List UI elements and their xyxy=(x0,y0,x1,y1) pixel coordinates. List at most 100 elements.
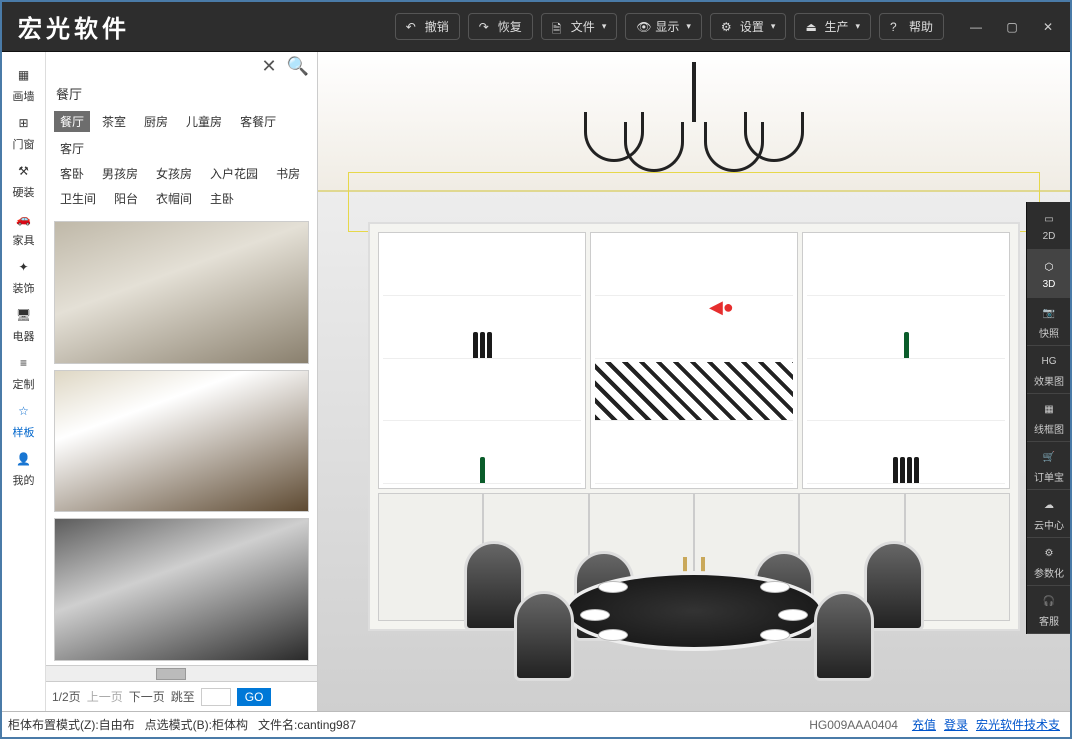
tag-餐厅[interactable]: 餐厅 xyxy=(54,111,90,132)
fish-icon: ◀● xyxy=(709,297,734,318)
person-icon: 👤 xyxy=(13,448,35,470)
tag-主卧[interactable]: 主卧 xyxy=(204,188,240,209)
left-rail: ▦画墙⊞门窗⚒硬装🚗家具✦装饰🖥电器≡定制☆样板👤我的 xyxy=(2,52,46,711)
gear-icon: ⚙ xyxy=(721,20,735,34)
window-controls: — ▢ ✕ xyxy=(958,13,1066,41)
sample-thumbnail[interactable] xyxy=(54,518,309,661)
tag-厨房[interactable]: 厨房 xyxy=(138,111,174,132)
right-rail-客服[interactable]: 🎧客服 xyxy=(1027,586,1070,634)
close-button[interactable]: ✕ xyxy=(1030,13,1066,41)
status-link-宏光软件技术支[interactable]: 宏光软件技术支 xyxy=(976,718,1060,732)
panel-footer: 1/2页 上一页 下一页 跳至 GO xyxy=(46,681,317,711)
rr-icon-0: ▭ xyxy=(1039,209,1059,229)
rr-icon-1: ⬡ xyxy=(1039,257,1059,277)
help-button[interactable]: ? 帮助 xyxy=(879,13,944,40)
tag-rows: 餐厅茶室厨房儿童房客餐厅客厅客卧男孩房女孩房入户花园书房卫生间阳台衣帽间主卧 xyxy=(46,107,317,217)
breadcrumb[interactable]: 餐厅 xyxy=(46,80,317,107)
template-icon: ☆ xyxy=(13,400,35,422)
right-rail: ▭2D⬡3D📷快照HG效果图▦线框图🛒订单宝☁云中心⚙参数化🎧客服 xyxy=(1026,202,1070,634)
custom-icon: ≡ xyxy=(13,352,35,374)
horizontal-scrollbar[interactable] xyxy=(46,665,317,681)
rr-icon-4: ▦ xyxy=(1039,399,1059,419)
tag-男孩房[interactable]: 男孩房 xyxy=(96,163,144,184)
panel-search-icon[interactable]: 🔍 xyxy=(287,56,309,77)
rail-item-template[interactable]: ☆样板 xyxy=(4,396,44,444)
right-rail-2D[interactable]: ▭2D xyxy=(1027,202,1070,250)
appliance-icon: 🖥 xyxy=(13,304,35,326)
right-rail-快照[interactable]: 📷快照 xyxy=(1027,298,1070,346)
tag-女孩房[interactable]: 女孩房 xyxy=(150,163,198,184)
undo-icon: ↶ xyxy=(406,20,420,34)
tag-衣帽间[interactable]: 衣帽间 xyxy=(150,188,198,209)
right-rail-云中心[interactable]: ☁云中心 xyxy=(1027,490,1070,538)
undo-button[interactable]: ↶ 撤销 xyxy=(395,13,460,40)
tag-茶室[interactable]: 茶室 xyxy=(96,111,132,132)
status-links: 充值登录宏光软件技术支 xyxy=(908,716,1064,733)
wall-icon: ▦ xyxy=(13,64,35,86)
dining-table xyxy=(534,571,854,691)
right-rail-效果图[interactable]: HG效果图 xyxy=(1027,346,1070,394)
display-menu[interactable]: 👁 显示 xyxy=(625,13,702,40)
tag-客厅[interactable]: 客厅 xyxy=(54,138,90,159)
rail-item-decor[interactable]: ✦装饰 xyxy=(4,252,44,300)
mode-z: 柜体布置模式(Z):自由布 xyxy=(8,716,135,733)
rr-icon-5: 🛒 xyxy=(1039,447,1059,467)
furniture-icon: 🚗 xyxy=(13,208,35,230)
tag-客卧[interactable]: 客卧 xyxy=(54,163,90,184)
thumbnail-list[interactable] xyxy=(46,217,317,665)
tag-书房[interactable]: 书房 xyxy=(270,163,306,184)
file-menu[interactable]: 🗎 文件 xyxy=(541,13,618,40)
sample-thumbnail[interactable] xyxy=(54,221,309,364)
right-rail-线框图[interactable]: ▦线框图 xyxy=(1027,394,1070,442)
rr-icon-2: 📷 xyxy=(1039,303,1059,323)
app-title: 宏光软件 xyxy=(18,9,130,44)
panel-header: ✕ 🔍 xyxy=(46,52,317,80)
rail-item-window[interactable]: ⊞门窗 xyxy=(4,108,44,156)
settings-menu[interactable]: ⚙ 设置 xyxy=(710,13,787,40)
status-link-充值[interactable]: 充值 xyxy=(912,718,936,732)
right-rail-订单宝[interactable]: 🛒订单宝 xyxy=(1027,442,1070,490)
eye-icon: 👁 xyxy=(636,20,650,34)
redo-button[interactable]: ↷ 恢复 xyxy=(468,13,533,40)
next-page[interactable]: 下一页 xyxy=(129,688,165,705)
rail-item-custom[interactable]: ≡定制 xyxy=(4,348,44,396)
file-name: 文件名:canting987 xyxy=(258,716,356,733)
right-rail-参数化[interactable]: ⚙参数化 xyxy=(1027,538,1070,586)
tag-入户花园[interactable]: 入户花园 xyxy=(204,163,264,184)
rr-icon-6: ☁ xyxy=(1039,495,1059,515)
status-link-登录[interactable]: 登录 xyxy=(944,718,968,732)
prev-page[interactable]: 上一页 xyxy=(87,688,123,705)
maximize-button[interactable]: ▢ xyxy=(994,13,1030,41)
help-icon: ? xyxy=(890,20,904,34)
chandelier xyxy=(584,62,804,202)
decor-icon: ✦ xyxy=(13,256,35,278)
tag-卫生间[interactable]: 卫生间 xyxy=(54,188,102,209)
3d-viewport[interactable]: ◀● ▭2D⬡3D📷快照HG效果图▦线框图🛒订单宝☁云中心⚙参数化🎧客服 xyxy=(318,52,1070,711)
go-button[interactable]: GO xyxy=(237,688,272,706)
rail-item-hard[interactable]: ⚒硬装 xyxy=(4,156,44,204)
rail-item-person[interactable]: 👤我的 xyxy=(4,444,44,492)
sample-thumbnail[interactable] xyxy=(54,370,309,513)
tag-儿童房[interactable]: 儿童房 xyxy=(180,111,228,132)
page-indicator: 1/2页 xyxy=(52,688,81,705)
rail-item-appliance[interactable]: 🖥电器 xyxy=(4,300,44,348)
rr-icon-3: HG xyxy=(1039,351,1059,371)
right-rail-3D[interactable]: ⬡3D xyxy=(1027,250,1070,298)
scene: ◀● xyxy=(318,52,1070,711)
tag-阳台[interactable]: 阳台 xyxy=(108,188,144,209)
panel-close-icon[interactable]: ✕ xyxy=(261,56,276,77)
side-panel: ✕ 🔍 餐厅 餐厅茶室厨房儿童房客餐厅客厅客卧男孩房女孩房入户花园书房卫生间阳台… xyxy=(46,52,318,711)
tag-客餐厅[interactable]: 客餐厅 xyxy=(234,111,282,132)
produce-menu[interactable]: ⏏ 生产 xyxy=(794,13,871,40)
mode-b: 点选模式(B):柜体构 xyxy=(145,716,248,733)
jump-input[interactable] xyxy=(201,688,231,706)
rr-icon-7: ⚙ xyxy=(1039,543,1059,563)
app-window: 宏光软件 ↶ 撤销 ↷ 恢复 🗎 文件 👁 显示 ⚙ 设置 xyxy=(0,0,1072,739)
title-bar: 宏光软件 ↶ 撤销 ↷ 恢复 🗎 文件 👁 显示 ⚙ 设置 xyxy=(2,2,1070,52)
status-code: HG009AAA0404 xyxy=(809,718,898,732)
jump-label: 跳至 xyxy=(171,688,195,705)
produce-icon: ⏏ xyxy=(805,20,819,34)
rail-item-furniture[interactable]: 🚗家具 xyxy=(4,204,44,252)
rail-item-wall[interactable]: ▦画墙 xyxy=(4,60,44,108)
minimize-button[interactable]: — xyxy=(958,13,994,41)
